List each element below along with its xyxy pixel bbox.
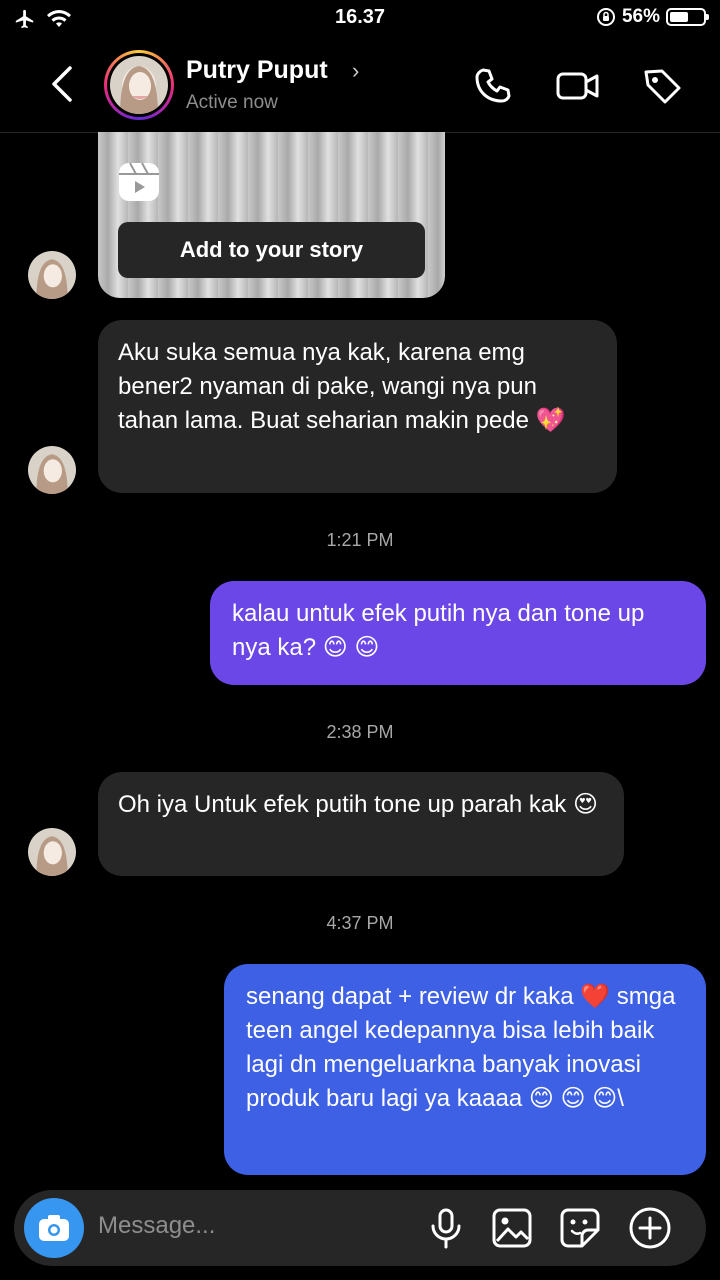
- message-bubble-incoming[interactable]: Oh iya Untuk efek putih tone up parah ka…: [98, 772, 624, 876]
- sticker-icon[interactable]: [558, 1206, 602, 1250]
- battery-percent: 56%: [621, 6, 660, 27]
- avatar[interactable]: [104, 50, 174, 120]
- message-composer: Message...: [14, 1190, 706, 1266]
- avatar[interactable]: [28, 251, 76, 299]
- avatar[interactable]: [28, 828, 76, 876]
- battery-fill: [670, 12, 688, 22]
- active-status: Active now: [186, 92, 278, 113]
- avatar[interactable]: [28, 446, 76, 494]
- orientation-lock-icon: [596, 8, 615, 26]
- chat-header: Putry Puput › Active now: [0, 38, 720, 133]
- plus-icon[interactable]: [628, 1206, 672, 1250]
- contact-name[interactable]: Putry Puput: [186, 56, 328, 85]
- video-icon[interactable]: [556, 64, 600, 108]
- shared-reel[interactable]: Add to your story: [98, 132, 445, 298]
- avatar-photo: [110, 56, 168, 114]
- gallery-icon[interactable]: [490, 1206, 534, 1250]
- message-bubble-incoming[interactable]: Aku suka semua nya kak, karena emg bener…: [98, 320, 617, 493]
- camera-icon: [39, 1215, 69, 1241]
- microphone-icon[interactable]: [424, 1206, 468, 1250]
- message-bubble-outgoing[interactable]: kalau untuk efek putih nya dan tone up n…: [210, 581, 706, 685]
- phone-icon[interactable]: [470, 64, 514, 108]
- status-right: 56%: [596, 6, 709, 28]
- back-icon[interactable]: [44, 62, 84, 106]
- message-input[interactable]: Message...: [98, 1212, 215, 1240]
- message-timestamp: 1:21 PM: [326, 530, 394, 550]
- message-bubble-outgoing[interactable]: senang dapat + review dr kaka ❤️ smga te…: [224, 964, 706, 1175]
- reel-icon: [119, 162, 159, 201]
- camera-button[interactable]: [24, 1198, 84, 1258]
- status-bar: 16.37 56%: [0, 0, 720, 38]
- add-to-story-button[interactable]: Add to your story: [118, 222, 425, 278]
- message-timestamp: 2:38 PM: [326, 722, 394, 742]
- tag-icon[interactable]: [640, 64, 684, 108]
- battery-icon: [666, 8, 709, 26]
- message-timestamp: 4:37 PM: [326, 913, 394, 933]
- chevron-right-icon[interactable]: ›: [352, 58, 359, 84]
